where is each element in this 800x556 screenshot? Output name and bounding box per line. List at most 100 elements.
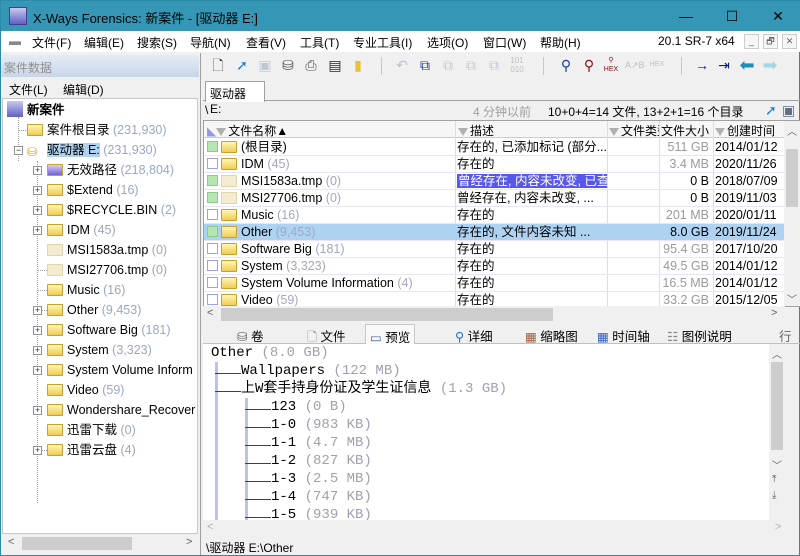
preview-horizontal-scrollbar[interactable]: < >	[203, 520, 785, 537]
table-row[interactable]: Other (9,453) 存在的, 文件内容未知 ... 8.0 GB 2019/1…	[204, 224, 786, 241]
close-button[interactable]: ✕	[755, 1, 800, 31]
undo-icon[interactable]: ↶	[393, 56, 411, 74]
expand-toggle[interactable]: +	[33, 446, 42, 455]
checkbox[interactable]	[207, 226, 218, 237]
copy-block-icon[interactable]: ⧉	[485, 56, 503, 74]
tree-horizontal-scrollbar[interactable]: < >	[2, 535, 198, 552]
tree-node-invalid-path[interactable]: 无效路径 (218,804)	[47, 161, 174, 179]
expand-toggle[interactable]: +	[33, 206, 42, 215]
table-row[interactable]: (根目录) 存在的, 已添加标记 (部分... 511 GB 2014/01/12	[204, 139, 786, 156]
tab-file[interactable]: 🗋 文件	[303, 324, 350, 344]
binary-icon[interactable]: 101 010	[508, 56, 526, 74]
file-name-cell[interactable]: Video (59)	[204, 292, 454, 306]
table-row[interactable]: IDM (45) 存在的 3.4 MB 2020/11/26	[204, 156, 786, 173]
file-name-cell[interactable]: Software Big (181)	[204, 241, 454, 257]
tab-legend[interactable]: ☷ 图例说明	[663, 324, 736, 344]
file-name-cell[interactable]: Music (16)	[204, 207, 454, 223]
paste-icon[interactable]: ⧉	[462, 56, 480, 74]
menu-view[interactable]: 查看(V)	[246, 34, 286, 51]
case-menu-edit[interactable]: 编辑(D)	[63, 81, 104, 98]
menu-tools[interactable]: 工具(T)	[300, 34, 339, 51]
tab-preview[interactable]: ▭ 预览	[365, 324, 416, 345]
back-icon[interactable]: ⬅	[738, 56, 756, 74]
save-icon[interactable]: ▣	[256, 56, 274, 74]
scroll-up-icon[interactable]: ︿	[787, 123, 797, 138]
scroll-left-icon[interactable]: <	[207, 521, 213, 533]
table-row[interactable]: System Volume Information (4) 存在的 16.5 MB 2…	[204, 275, 786, 292]
minimize-button[interactable]: —	[663, 1, 709, 31]
table-row[interactable]: Video (59) 存在的 33.2 GB 2015/12/05	[204, 292, 786, 306]
tree-node-wondershare[interactable]: Wondershare_Recover	[47, 401, 195, 419]
scroll-up-icon[interactable]: ︿	[772, 346, 782, 362]
mdi-minimize-button[interactable]: _	[744, 34, 759, 49]
scroll-left-icon[interactable]: <	[207, 307, 213, 319]
table-row[interactable]: Software Big (181) 存在的 95.4 GB 2017/10/20	[204, 241, 786, 258]
expand-toggle[interactable]: +	[33, 186, 42, 195]
expand-toggle[interactable]: +	[33, 306, 42, 315]
tree-node-system[interactable]: System (3,323)	[47, 341, 152, 359]
disk-image-icon[interactable]: ⛁	[279, 56, 297, 74]
checkbox[interactable]	[207, 192, 218, 203]
go-to-offset-icon[interactable]: →	[693, 56, 711, 74]
tab-gallery[interactable]: ▦ 缩略图	[521, 324, 582, 344]
column-header-type[interactable]: 文件类型	[609, 122, 659, 139]
table-row[interactable]: Music (16) 存在的 201 MB 2020/01/11	[204, 207, 786, 224]
tab-lines[interactable]: 行	[775, 324, 796, 344]
page-up-icon[interactable]: ⤒	[772, 474, 776, 486]
file-name-cell[interactable]: (根目录)	[204, 139, 454, 155]
menu-navigate[interactable]: 导航(N)	[190, 34, 231, 51]
file-name-cell[interactable]: System (3,323)	[204, 258, 454, 274]
menu-search[interactable]: 搜索(S)	[137, 34, 177, 51]
expand-toggle[interactable]: +	[33, 366, 42, 375]
tree-node-case[interactable]: 新案件	[7, 101, 65, 119]
scroll-right-icon[interactable]: >	[771, 307, 777, 319]
scroll-right-icon[interactable]: >	[775, 521, 781, 533]
mdi-close-button[interactable]: ✕	[782, 34, 797, 49]
export-icon[interactable]: ▮	[349, 56, 367, 74]
properties-icon[interactable]: ▤	[326, 56, 344, 74]
expand-toggle[interactable]: +	[33, 326, 42, 335]
search-icon[interactable]: ⚲	[557, 56, 575, 74]
menu-window[interactable]: 窗口(W)	[483, 34, 526, 51]
expand-toggle[interactable]: +	[33, 406, 42, 415]
tree-node-software-big[interactable]: Software Big (181)	[47, 321, 171, 339]
scroll-left-icon[interactable]: <	[8, 536, 14, 548]
menu-help[interactable]: 帮助(H)	[540, 34, 581, 51]
tree-node-msi27706[interactable]: MSI27706.tmp (0)	[47, 261, 167, 279]
menu-file[interactable]: 文件(F)	[32, 34, 71, 51]
file-name-cell[interactable]: System Volume Information (4)	[204, 275, 454, 291]
search-hex-icon[interactable]: ⚲ HEX	[602, 56, 620, 74]
checkbox[interactable]	[207, 277, 218, 288]
tree-node-system-volume-information[interactable]: System Volume Inform	[47, 361, 193, 379]
copy-icon[interactable]: ⧉	[416, 56, 434, 74]
open-icon[interactable]: ➚	[233, 56, 251, 74]
replace-text-icon[interactable]: A↗B	[625, 56, 645, 74]
checkbox[interactable]	[207, 158, 218, 169]
scroll-down-icon[interactable]: ﹀	[772, 457, 782, 473]
scrollbar-thumb[interactable]	[221, 308, 553, 321]
checkbox[interactable]	[207, 209, 218, 220]
tree-node-other[interactable]: Other (9,453)	[47, 301, 141, 319]
checkbox[interactable]	[207, 243, 218, 254]
open-icon[interactable]: ➚	[765, 102, 777, 119]
tree-node-music[interactable]: Music (16)	[47, 281, 125, 299]
tab-volume[interactable]: ⛁ 卷	[233, 324, 267, 344]
table-row[interactable]: MSI27706.tmp (0) 曾经存在, 内容未改变, ... 0 B 2019/…	[204, 190, 786, 207]
file-name-cell[interactable]: MSI1583a.tmp (0)	[204, 173, 454, 189]
table-horizontal-scrollbar[interactable]: < >	[203, 306, 785, 323]
scroll-right-icon[interactable]: >	[186, 536, 192, 548]
replace-hex-icon[interactable]: HEX	[648, 56, 666, 74]
tree-node-video[interactable]: Video (59)	[47, 381, 124, 399]
tree-node-xunlei-cloud[interactable]: 迅雷云盘 (4)	[47, 441, 136, 459]
expand-toggle[interactable]: +	[33, 346, 42, 355]
tree-node-extend[interactable]: $Extend (16)	[47, 181, 139, 199]
tab-timeline[interactable]: ▦ 时间轴	[593, 324, 654, 344]
table-row[interactable]: MSI1583a.tmp (0) 曾经存在, 内容未改变, 已查看 0 B 2018/…	[204, 173, 786, 190]
expand-toggle[interactable]: +	[33, 226, 42, 235]
file-name-cell[interactable]: IDM (45)	[204, 156, 454, 172]
tree-node-idm[interactable]: IDM (45)	[47, 221, 116, 239]
file-name-cell[interactable]: Other (9,453)	[204, 224, 454, 240]
menu-edit[interactable]: 编辑(E)	[84, 34, 124, 51]
column-header-name[interactable]: ◣ 文件名称▲	[207, 122, 453, 139]
tab-drive-e[interactable]: 驱动器 E:	[205, 81, 265, 116]
